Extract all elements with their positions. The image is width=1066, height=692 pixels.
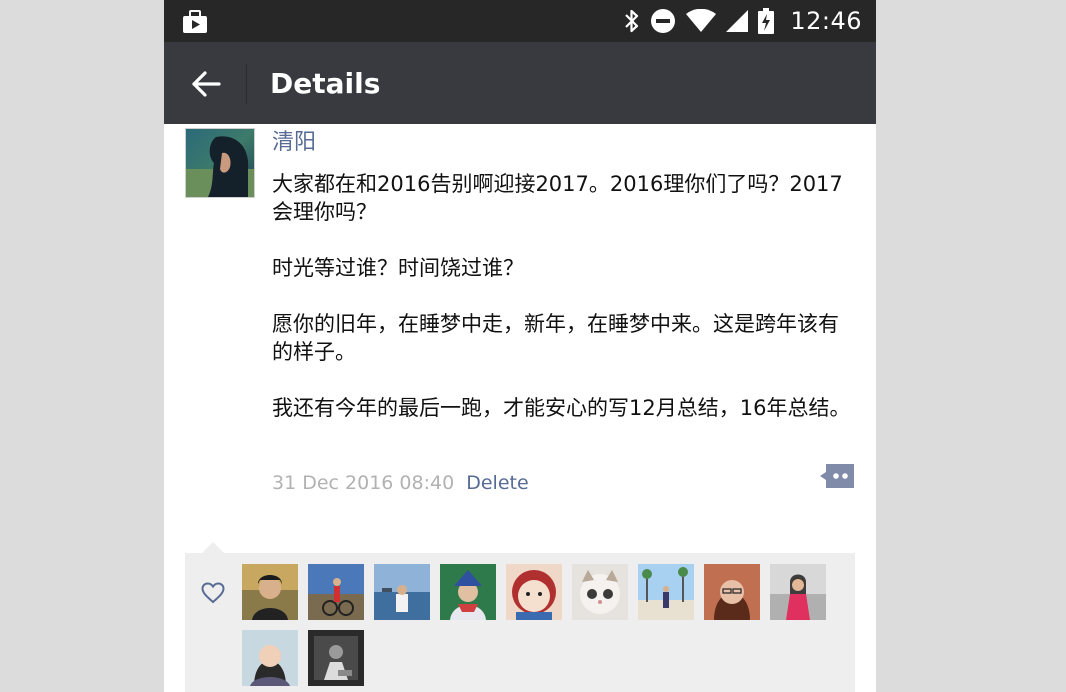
- author-name[interactable]: 清阳: [272, 128, 316, 158]
- heart-outline-icon: [201, 582, 225, 604]
- liker-avatar[interactable]: [242, 630, 298, 686]
- signal-icon: [726, 10, 749, 32]
- liker-avatar[interactable]: [572, 564, 628, 620]
- liker-avatar[interactable]: [440, 564, 496, 620]
- likes-pointer: [202, 542, 224, 553]
- back-button[interactable]: [184, 62, 228, 106]
- post-paragraph: 我还有今年的最后一跑，才能安心的写12月总结，16年总结。: [272, 396, 851, 420]
- liker-avatar[interactable]: [704, 564, 760, 620]
- briefcase-icon: [183, 10, 207, 33]
- page-title: Details: [270, 67, 381, 100]
- post-timestamp: 31 Dec 2016 08:40: [272, 472, 455, 494]
- phone-screen: 12:46 Details 清阳 大家都在和2016告别啊迎接2017。2016…: [164, 0, 876, 692]
- status-bar: 12:46: [164, 0, 876, 42]
- liker-avatar[interactable]: [374, 564, 430, 620]
- battery-charging-icon: [758, 8, 775, 34]
- post-paragraph: 大家都在和2016告别啊迎接2017。2016理你们了吗？2017会理你吗？: [272, 172, 843, 224]
- bluetooth-icon: [625, 9, 639, 33]
- app-bar: Details: [164, 42, 876, 124]
- status-icons: 12:46: [624, 0, 862, 42]
- author-avatar[interactable]: [185, 128, 255, 198]
- wifi-icon: [686, 9, 717, 32]
- likes-panel: [185, 553, 855, 692]
- liker-avatar[interactable]: [770, 564, 826, 620]
- comment-bubble-icon: [820, 464, 854, 488]
- post-meta: 31 Dec 2016 08:40 Delete: [272, 470, 529, 496]
- comment-button[interactable]: [818, 462, 856, 490]
- liker-avatar[interactable]: [638, 564, 694, 620]
- do-not-disturb-icon: [651, 9, 676, 33]
- liker-avatar[interactable]: [242, 564, 298, 620]
- post-paragraph: 时光等过谁？时间饶过谁？: [272, 256, 524, 280]
- post-paragraph: 愿你的旧年，在睡梦中走，新年，在睡梦中来。这是跨年该有的样子。: [272, 312, 839, 364]
- status-time: 12:46: [790, 7, 862, 35]
- delete-link[interactable]: Delete: [466, 472, 528, 494]
- app-bar-divider: [246, 64, 247, 104]
- liker-avatar[interactable]: [308, 630, 364, 686]
- liker-avatar[interactable]: [506, 564, 562, 620]
- post-text: 大家都在和2016告别啊迎接2017。2016理你们了吗？2017会理你吗？ 时…: [272, 170, 852, 450]
- liker-avatar[interactable]: [308, 564, 364, 620]
- back-arrow-icon: [192, 71, 221, 97]
